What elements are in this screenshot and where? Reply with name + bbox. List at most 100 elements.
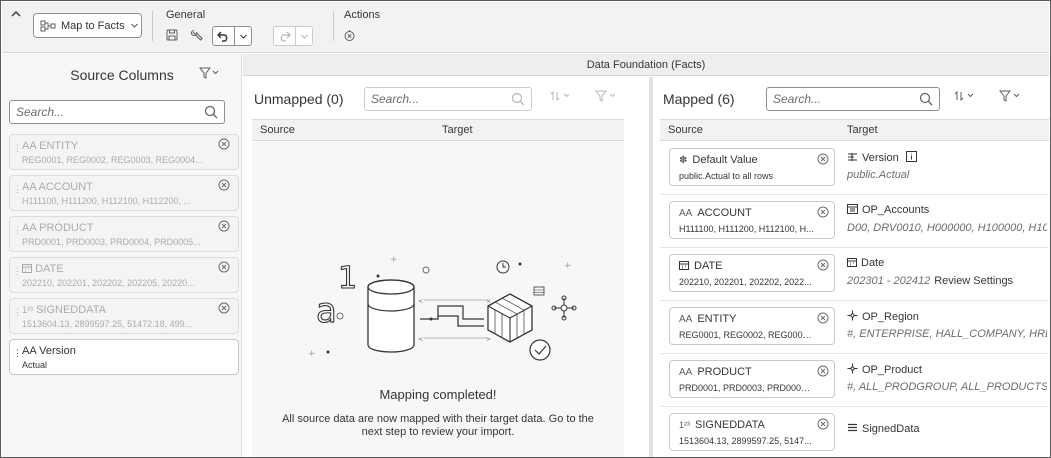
column-values: Actual [22, 360, 48, 370]
mapped-table-header: Source Target [660, 119, 1049, 141]
wrench-icon[interactable] [188, 26, 206, 44]
hierarchy-icon [847, 310, 858, 321]
source-column-signeddata[interactable]: ⋮ 1²³ SIGNEDDATA 1513604.13, 2899597.25,… [9, 298, 239, 334]
review-settings-link[interactable]: Review Settings [934, 275, 1013, 287]
drag-handle-icon[interactable]: ⋮ [13, 226, 22, 235]
source-search-input[interactable] [16, 105, 204, 119]
redo-icon[interactable] [274, 27, 296, 45]
source-values: REG0001, REG0002, REG0003, ... [679, 330, 814, 340]
sort-icon[interactable] [953, 87, 977, 105]
type-icon: AA [679, 367, 693, 378]
calendar-icon [679, 261, 689, 270]
remove-icon[interactable] [817, 259, 829, 271]
search-icon[interactable] [511, 92, 525, 106]
type-icon: AA [22, 222, 37, 234]
drag-handle-icon[interactable]: ⋮ [13, 349, 22, 358]
remove-icon[interactable] [817, 206, 829, 218]
column-values: 1513604.13, 2899597.25, 51472.18, 499... [22, 319, 193, 329]
source-values: public.Actual to all rows [679, 171, 774, 181]
source-token[interactable]: AA ENTITY REG0001, REG0002, REG0003, ... [669, 307, 835, 345]
date-range: 202301 - 202412 [847, 275, 931, 287]
source-token[interactable]: AA PRODUCT PRD0001, PRD0003, PRD0004, ... [669, 360, 835, 398]
column-name: 1²³ SIGNEDDATA [22, 304, 106, 316]
column-name: DATE [22, 263, 64, 275]
source-search[interactable] [9, 100, 225, 124]
filter-icon[interactable] [198, 67, 219, 82]
remove-icon[interactable] [817, 365, 829, 377]
sort-icon[interactable] [549, 87, 573, 105]
drag-handle-icon[interactable]: ⋮ [13, 267, 22, 276]
map-to-facts-button[interactable]: Map to Facts [33, 13, 142, 38]
source-column-version[interactable]: ⋮ AA Version Actual [9, 339, 239, 375]
svg-text:1: 1 [338, 261, 357, 296]
save-icon[interactable] [163, 26, 181, 44]
unmapped-search-input[interactable] [371, 92, 511, 106]
mapping-completed-illustration: + + + a 1 < < × > [308, 255, 577, 361]
remove-icon[interactable] [817, 312, 829, 324]
mapped-row[interactable]: 1²³ SIGNEDDATA 1513604.13, 2899597.25, 51… [660, 407, 1049, 457]
svg-text:×: × [486, 298, 491, 305]
source-column-date[interactable]: ⋮ DATE 202210, 202201, 202202, 202205, 2… [9, 257, 239, 293]
unmapped-title: Unmapped (0) [254, 91, 344, 107]
remove-icon[interactable] [218, 302, 230, 314]
panel-divider[interactable] [649, 77, 653, 457]
search-icon[interactable] [204, 105, 218, 119]
type-icon: AA [22, 140, 37, 152]
column-values: H111100, H111200, H112100, H112200, ... [22, 196, 191, 206]
remove-icon[interactable] [817, 153, 829, 165]
undo-split-button[interactable] [212, 26, 252, 46]
data-foundation-header: Data Foundation (Facts) [243, 54, 1049, 76]
hierarchy-icon [847, 363, 858, 374]
filter-icon[interactable] [999, 87, 1023, 105]
drag-handle-icon[interactable]: ⋮ [13, 308, 22, 317]
source-values: H111100, H111200, H112100, H... [679, 224, 814, 234]
measure-icon [848, 423, 857, 432]
toolbar-separator [333, 11, 334, 41]
source-columns-panel: Source Columns ⋮ AA ENTITY REG0001, REG0… [2, 54, 242, 457]
search-icon[interactable] [919, 92, 933, 106]
mapped-row[interactable]: ✽ Default Value public.Actual to all rows… [660, 142, 1049, 195]
type-icon: AA [22, 181, 37, 193]
remove-icon[interactable] [218, 220, 230, 232]
group-title-actions: Actions [344, 9, 381, 21]
mapped-row[interactable]: AA PRODUCT PRD0001, PRD0003, PRD0004, ...… [660, 354, 1049, 407]
chevron-up-icon[interactable] [10, 8, 24, 22]
target-members: 202301 - 202412 Review Settings [847, 275, 1047, 287]
source-token[interactable]: 1²³ SIGNEDDATA 1513604.13, 2899597.25, 51… [669, 413, 835, 451]
source-column-account[interactable]: ⋮ AA ACCOUNT H111100, H111200, H112100, … [9, 175, 239, 211]
map-to-facts-label: Map to Facts [61, 19, 125, 32]
mapped-row[interactable]: AA ACCOUNT H111100, H111200, H112100, H..… [660, 195, 1049, 248]
source-column-product[interactable]: ⋮ AA PRODUCT PRD0001, PRD0003, PRD0004, … [9, 216, 239, 252]
source-column-list: ⋮ AA ENTITY REG0001, REG0002, REG0003, R… [9, 134, 239, 380]
undo-icon[interactable] [213, 27, 235, 45]
drag-handle-icon[interactable]: ⋮ [13, 144, 22, 153]
column-header-source: Source [668, 124, 703, 136]
unmapped-search[interactable] [364, 87, 532, 111]
chevron-down-icon[interactable] [235, 27, 251, 45]
clear-mapping-icon[interactable] [340, 26, 358, 44]
type-icon: 1²³ [22, 305, 33, 315]
chevron-down-icon[interactable] [296, 27, 312, 45]
remove-icon[interactable] [817, 418, 829, 430]
mapping-completed-title: Mapping completed! [379, 387, 497, 402]
source-token[interactable]: AA ACCOUNT H111100, H111200, H112100, H..… [669, 201, 835, 239]
mapped-row[interactable]: AA ENTITY REG0001, REG0002, REG0003, ... … [660, 301, 1049, 354]
column-name: AA ACCOUNT [22, 181, 93, 193]
source-token[interactable]: DATE 202210, 202201, 202202, 2022... [669, 254, 835, 292]
redo-split-button[interactable] [273, 26, 313, 46]
mapped-search-input[interactable] [773, 92, 919, 106]
info-icon[interactable] [905, 151, 917, 162]
source-name: DATE [679, 260, 723, 272]
source-token[interactable]: ✽ Default Value public.Actual to all rows [669, 148, 835, 186]
drag-handle-icon[interactable]: ⋮ [13, 185, 22, 194]
remove-icon[interactable] [218, 138, 230, 150]
column-header-target: Target [847, 124, 878, 136]
mapped-row[interactable]: DATE 202210, 202201, 202202, 2022... Dat… [660, 248, 1049, 301]
mapped-search[interactable] [766, 87, 940, 111]
filter-icon[interactable] [595, 87, 619, 105]
svg-text:<: < [418, 298, 423, 305]
remove-icon[interactable] [218, 179, 230, 191]
toolbar: Map to Facts General Actions [2, 2, 1049, 53]
remove-icon[interactable] [218, 261, 230, 273]
source-column-entity[interactable]: ⋮ AA ENTITY REG0001, REG0002, REG0003, R… [9, 134, 239, 170]
